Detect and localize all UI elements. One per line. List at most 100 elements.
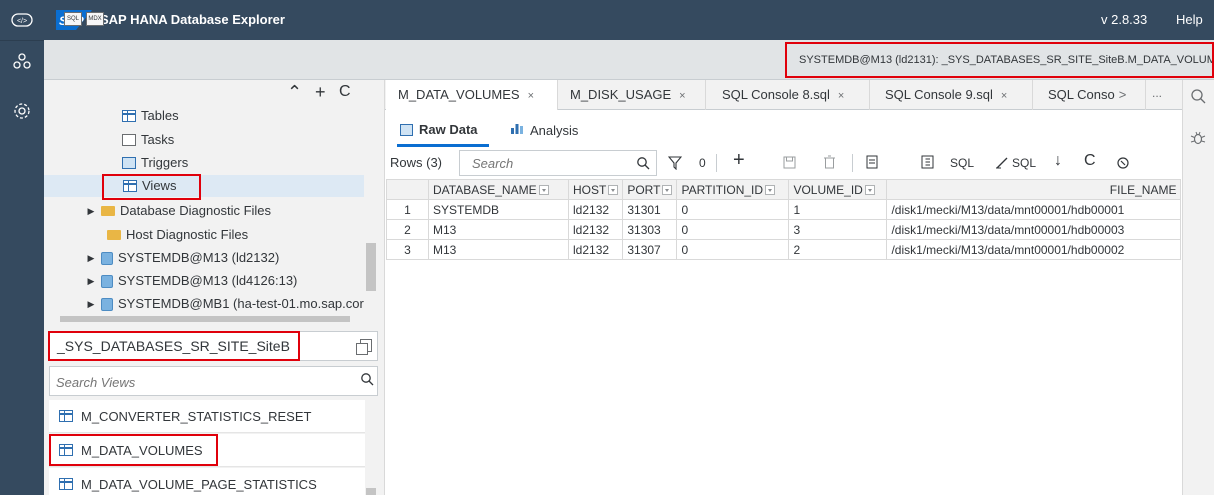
expand-caret-icon[interactable]: ▶	[86, 270, 96, 292]
table-cell[interactable]: ld2132	[567, 199, 624, 220]
table-cell[interactable]: 1	[788, 199, 888, 220]
view-item-data-volume-page-statistics[interactable]: M_DATA_VOLUME_PAGE_STATISTICS	[49, 468, 365, 495]
column-filter-icon[interactable]	[765, 185, 776, 196]
column-header-host[interactable]: HOST	[567, 179, 624, 200]
table-cell[interactable]: 0	[676, 239, 790, 260]
tree-item-views[interactable]: Views	[44, 175, 364, 197]
save-icon[interactable]	[783, 156, 796, 172]
search-views-input[interactable]	[56, 373, 346, 391]
close-tab-icon[interactable]: ×	[1001, 90, 1007, 102]
database-explorer-icon[interactable]	[0, 41, 44, 81]
tree-item-triggers[interactable]: Triggers	[122, 152, 188, 174]
tree-item-tables[interactable]: Tables	[122, 105, 179, 127]
tab-m-data-volumes[interactable]: M_DATA_VOLUMES ×	[386, 80, 558, 110]
tab-sql-console-partial[interactable]: SQL Conso >	[1036, 80, 1146, 110]
copy-icon[interactable]	[356, 339, 372, 355]
search-icon[interactable]	[1190, 88, 1206, 107]
column-header-port[interactable]: PORT	[622, 179, 678, 200]
column-header-volume-id[interactable]: VOLUME_ID	[788, 179, 888, 200]
edit-sql-icon[interactable]	[995, 156, 1009, 172]
table-cell[interactable]: SYSTEMDB	[428, 199, 569, 220]
tab-label: SQL Console 9.sql	[885, 87, 993, 102]
table-cell[interactable]: 0	[676, 199, 790, 220]
filter-icon[interactable]	[667, 156, 683, 173]
column-header-partition-id[interactable]: PARTITION_ID	[676, 179, 790, 200]
more-tabs-button[interactable]: ...	[1152, 86, 1162, 100]
tab-sql-console-9[interactable]: SQL Console 9.sql ×	[873, 80, 1033, 110]
version-label: v 2.8.33	[1101, 12, 1148, 27]
debugger-icon[interactable]	[1190, 130, 1206, 149]
open-sql-console-button[interactable]: SQL	[64, 12, 82, 26]
open-mdx-console-button[interactable]: MDX	[86, 12, 104, 26]
column-filter-icon[interactable]	[608, 185, 619, 196]
close-tab-icon[interactable]: ×	[528, 90, 534, 102]
column-filter-icon[interactable]	[538, 185, 549, 196]
close-tab-icon[interactable]: ×	[679, 90, 685, 102]
tree-item-label: Host Diagnostic Files	[126, 227, 249, 242]
tree-item-systemdb-ld4126[interactable]: ▶ SYSTEMDB@M13 (ld4126:13)	[86, 270, 298, 292]
code-home-icon[interactable]: </>	[0, 0, 44, 40]
tab-m-disk-usage[interactable]: M_DISK_USAGE ×	[558, 80, 706, 110]
column-header-database-name[interactable]: DATABASE_NAME	[428, 179, 569, 200]
table-cell[interactable]: 0	[676, 219, 790, 240]
table-cell[interactable]: /disk1/mecki/M13/data/mnt00001/hdb00002	[886, 239, 1182, 260]
table-cell[interactable]: 3	[788, 219, 888, 240]
row-count: Rows (3)	[390, 155, 443, 170]
column-filter-icon[interactable]	[662, 185, 673, 196]
row-number: 1	[386, 199, 429, 220]
expand-caret-icon[interactable]: ▶	[86, 247, 96, 269]
settings-icon[interactable]	[0, 91, 44, 131]
views-scrollbar-thumb[interactable]	[366, 488, 376, 495]
tree-item-database-diagnostic-files[interactable]: ▶ Database Diagnostic Files	[86, 200, 272, 222]
column-header-label: PARTITION_ID	[681, 182, 764, 197]
collapse-all-button[interactable]: ⌃	[287, 82, 302, 103]
tree-hscrollbar-thumb[interactable]	[60, 316, 350, 322]
view-item-converter-statistics-reset[interactable]: M_CONVERTER_STATISTICS_RESET	[49, 400, 365, 433]
search-icon[interactable]	[636, 156, 650, 173]
table-cell[interactable]: M13	[428, 239, 569, 260]
tab-sql-console-8[interactable]: SQL Console 8.sql ×	[710, 80, 870, 110]
columns-icon[interactable]	[921, 155, 934, 172]
add-connection-button[interactable]: +	[315, 82, 326, 103]
tree-item-systemdb-mb1[interactable]: ▶ SYSTEMDB@MB1 (ha-test-01.mo.sap.cor	[86, 293, 366, 315]
column-header-label: FILE_NAME	[1109, 182, 1177, 197]
delete-icon[interactable]	[823, 155, 836, 172]
table-row[interactable]: 2 M13 ld2132 31303 0 3 /disk1/mecki/M13/…	[386, 219, 1182, 240]
refresh-icon[interactable]: C	[1084, 152, 1096, 170]
column-filter-icon[interactable]	[864, 185, 875, 196]
download-icon[interactable]: ↓	[1054, 152, 1062, 170]
table-cell[interactable]: 31307	[622, 239, 678, 260]
generate-sql-button[interactable]: SQL	[950, 156, 974, 170]
grid-search-input[interactable]	[472, 155, 612, 171]
table-cell[interactable]: 31301	[622, 199, 678, 220]
table-cell[interactable]: M13	[428, 219, 569, 240]
table-cell[interactable]: 31303	[622, 219, 678, 240]
tree-item-label: SYSTEMDB@M13 (ld4126:13)	[118, 273, 298, 288]
search-icon[interactable]	[360, 372, 374, 389]
view-item-label: M_DATA_VOLUME_PAGE_STATISTICS	[81, 476, 317, 492]
table-cell[interactable]: 2	[788, 239, 888, 260]
close-tab-icon[interactable]: ×	[838, 90, 844, 102]
refresh-button[interactable]: C	[339, 83, 351, 101]
expand-caret-icon[interactable]: ▶	[86, 200, 96, 222]
tree-item-tasks[interactable]: Tasks	[122, 129, 174, 151]
tree-item-systemdb-ld2132[interactable]: ▶ SYSTEMDB@M13 (ld2132)	[86, 247, 280, 269]
tree-scrollbar-thumb[interactable]	[366, 243, 376, 291]
scroll-tabs-icon[interactable]: >	[1119, 87, 1127, 102]
auto-refresh-icon[interactable]	[1116, 156, 1130, 173]
open-sql-button[interactable]: SQL	[1012, 156, 1036, 170]
table-cell[interactable]: /disk1/mecki/M13/data/mnt00001/hdb00001	[886, 199, 1182, 220]
tree-item-host-diagnostic-files[interactable]: Host Diagnostic Files	[107, 224, 248, 246]
table-cell[interactable]: ld2132	[567, 239, 624, 260]
table-cell[interactable]: /disk1/mecki/M13/data/mnt00001/hdb00003	[886, 219, 1182, 240]
help-link[interactable]: Help	[1176, 12, 1203, 27]
add-row-icon[interactable]: +	[733, 149, 745, 172]
table-row[interactable]: 1 SYSTEMDB ld2132 31301 0 1 /disk1/mecki…	[386, 199, 1182, 220]
expand-caret-icon[interactable]: ▶	[86, 293, 96, 315]
table-cell[interactable]: ld2132	[567, 219, 624, 240]
analysis-tab[interactable]: Analysis	[510, 122, 578, 138]
column-header-file-name[interactable]: FILE_NAME	[886, 179, 1182, 200]
export-icon[interactable]	[866, 155, 880, 173]
table-row[interactable]: 3 M13 ld2132 31307 0 2 /disk1/mecki/M13/…	[386, 239, 1182, 260]
raw-data-tab[interactable]: Raw Data	[400, 122, 478, 137]
